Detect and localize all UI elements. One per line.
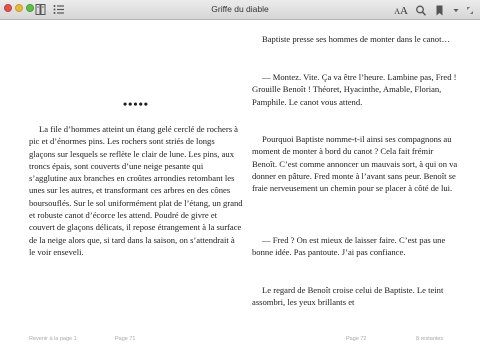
back-to-page-link[interactable]: Revenir à la page 1 — [29, 336, 77, 342]
bookmark-icon[interactable] — [434, 4, 446, 17]
pages-remaining: 8 restantes — [416, 336, 444, 342]
right-paragraph-text: Baptiste presse ses hommes de monter dan… — [262, 34, 451, 44]
toolbar-right: AA — [394, 3, 474, 18]
right-paragraph: — Montez. Vite. Ça va être l’heure. Lamb… — [252, 71, 458, 108]
title-bar: Griffe du diable AA — [0, 0, 480, 20]
right-paragraph: — Fred ? On est mieux de laisser faire. … — [252, 234, 458, 259]
left-paragraph-text: La file d’hommes atteint un étang gelé c… — [29, 124, 243, 257]
font-size-button[interactable]: AA — [394, 3, 408, 18]
font-size-big-label: A — [400, 5, 408, 17]
right-paragraph: Pourquoi Baptiste nomme-t-il ainsi ses c… — [252, 133, 458, 194]
chapter-ornament: ••••• — [122, 97, 149, 111]
left-page-number: Page 71 — [115, 336, 136, 342]
fullscreen-icon[interactable] — [466, 4, 474, 17]
chevron-down-icon[interactable] — [453, 4, 459, 17]
right-paragraph: Baptiste presse ses hommes de monter dan… — [252, 33, 458, 45]
right-paragraph-text: — Montez. Vite. Ça va être l’heure. Lamb… — [252, 72, 457, 107]
left-paragraph: La file d’hommes atteint un étang gelé c… — [29, 123, 243, 258]
right-paragraph: Le regard de Benoît croise celui de Bapt… — [252, 284, 458, 309]
right-paragraph-text: Pourquoi Baptiste nomme-t-il ainsi ses c… — [252, 134, 458, 194]
right-page-number: Page 72 — [346, 336, 367, 342]
search-icon[interactable] — [415, 4, 427, 17]
left-page: ••••• La file d’hommes atteint un étang … — [29, 20, 243, 332]
right-page: Baptiste presse ses hommes de monter dan… — [252, 20, 458, 332]
right-paragraph-text: — Fred ? On est mieux de laisser faire. … — [252, 235, 446, 258]
right-paragraph-text: Le regard de Benoît croise celui de Bapt… — [252, 285, 444, 308]
